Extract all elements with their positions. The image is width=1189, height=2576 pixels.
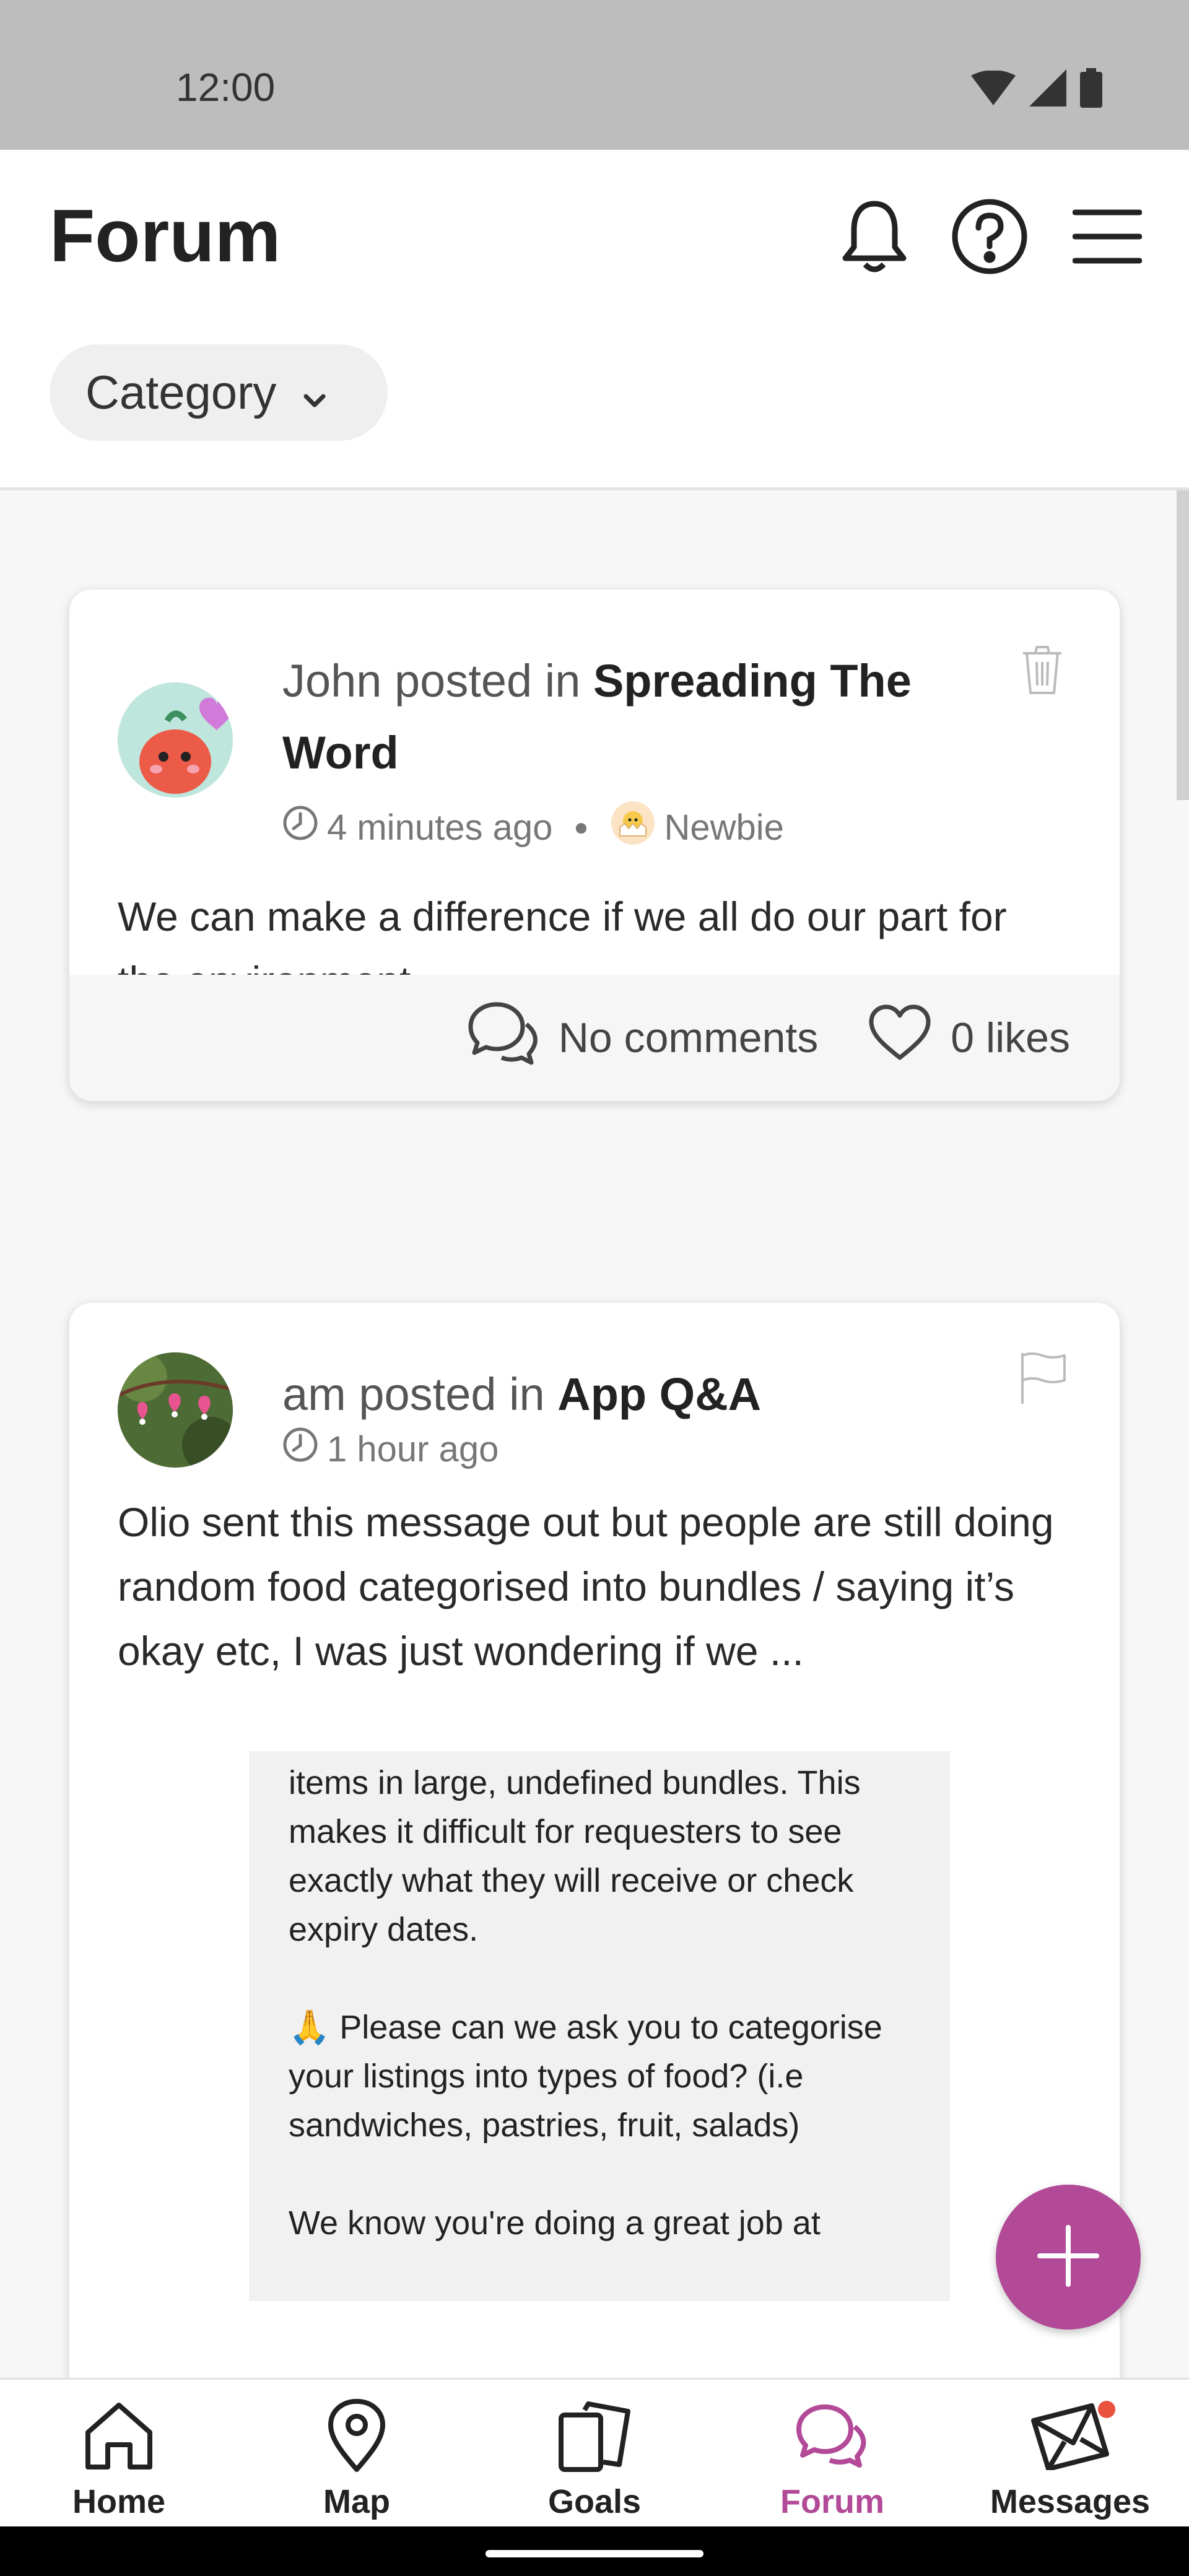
help-icon[interactable] [946,193,1033,280]
user-avatar[interactable] [118,682,233,798]
post-time: 4 minutes ago [327,807,553,848]
newbie-badge-icon [610,800,656,855]
like-button[interactable]: 0 likes [868,1003,1070,1073]
nav-forum[interactable]: Forum [713,2380,951,2526]
nav-messages-label: Messages [990,2483,1151,2520]
plus-icon [1037,2224,1099,2290]
heart-icon [868,1003,932,1073]
messages-icon [1030,2390,1115,2482]
post-card[interactable]: am posted in App Q&A 1 hour ago Olio sen… [69,1303,1120,2378]
forum-feed[interactable]: John posted in Spreading The Word 4 minu… [0,490,1189,2378]
comments-button[interactable]: No comments [466,999,818,1076]
nav-messages[interactable]: Messages [951,2380,1189,2526]
praying-hands-emoji-icon: 🙏 [289,2009,331,2046]
clock-icon [282,1427,318,1471]
comments-icon [466,999,540,1076]
menu-icon[interactable] [1064,193,1151,280]
unread-badge [1098,2401,1115,2418]
post-card[interactable]: John posted in Spreading The Word 4 minu… [69,590,1120,1101]
clock-icon [282,805,318,850]
nav-map-label: Map [323,2483,390,2520]
post-time: 1 hour ago [327,1429,499,1469]
status-time: 12:00 [176,65,276,110]
notifications-bell-icon[interactable] [831,193,918,280]
post-header: John posted in Spreading The Word [282,645,1002,789]
comments-label: No comments [558,1014,819,1061]
wifi-icon [971,70,1016,108]
likes-label: 0 likes [951,1014,1070,1061]
post-category-link[interactable]: App Q&A [557,1368,761,1420]
image-text-paragraph-content: Please can we ask you to categorise your… [289,2009,882,2144]
page-title: Forum [50,194,281,277]
category-filter-dropdown[interactable]: Category [50,344,388,441]
meta-separator-dot: ● [573,813,589,841]
post-author[interactable]: am [282,1368,346,1420]
forum-icon [794,2390,871,2482]
nav-map[interactable]: Map [238,2380,476,2526]
battery-icon [1080,68,1102,111]
feed-scrollbar[interactable] [1177,490,1189,800]
system-gesture-bar [0,2526,1189,2576]
status-bar: 12:00 [0,0,1189,150]
posted-in-text: posted in [394,655,581,707]
goals-icon [557,2390,632,2482]
user-rank: Newbie [664,807,784,848]
post-meta: 4 minutes ago ● Newbie [282,800,784,855]
status-icons [971,68,1102,111]
post-meta: 1 hour ago [282,1427,499,1471]
nav-forum-label: Forum [780,2483,884,2520]
posted-in-text: posted in [359,1368,545,1420]
nav-home-label: Home [72,2483,166,2520]
nav-goals-label: Goals [547,2483,642,2520]
category-filter-label: Category [85,366,277,419]
nav-goals[interactable]: Goals [476,2380,713,2526]
image-text-paragraph: We know you're doing a great job at [289,2204,821,2242]
image-text-paragraph: items in large, undefined bundles. This … [289,1764,861,1948]
flag-icon[interactable] [1014,1347,1070,1409]
trash-icon[interactable] [1014,639,1070,701]
post-image[interactable]: items in large, undefined bundles. This … [249,1751,950,2301]
chevron-down-icon [303,366,326,420]
home-gesture-handle[interactable] [486,2550,703,2557]
signal-icon [1029,69,1066,110]
app-header: Forum Category [0,150,1189,490]
post-footer: No comments 0 likes [69,975,1120,1101]
home-icon [83,2390,155,2482]
map-pin-icon [327,2390,386,2482]
image-text-paragraph: 🙏 Please can we ask you to categorise yo… [289,2003,910,2150]
new-post-button[interactable] [996,2185,1141,2330]
nav-home[interactable]: Home [0,2380,238,2526]
user-avatar[interactable] [118,1352,233,1468]
post-body[interactable]: Olio sent this message out but people ar… [118,1490,1070,1683]
post-header: am posted in App Q&A [282,1359,1002,1430]
bottom-navigation: Home Map Goals Forum Messages [0,2378,1189,2526]
post-author[interactable]: John [282,655,381,707]
